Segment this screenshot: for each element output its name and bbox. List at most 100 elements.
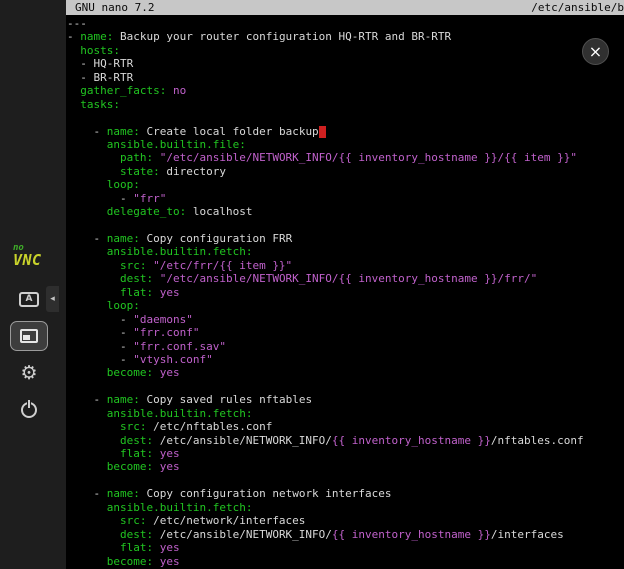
code-segment: name:	[107, 232, 140, 245]
code-segment	[67, 514, 120, 527]
code-segment: yes	[153, 366, 180, 379]
code-segment: -	[67, 232, 107, 245]
code-segment: flat:	[120, 286, 153, 299]
editor-line: - name: Copy saved rules nftables	[67, 393, 624, 406]
code-segment: ---	[67, 17, 87, 30]
editor-line: - name: Create local folder backup	[67, 125, 624, 138]
code-segment: -	[67, 353, 133, 366]
code-segment: /etc/nftables.conf	[146, 420, 272, 433]
close-icon: ×	[589, 44, 602, 60]
code-segment: Copy saved rules nftables	[140, 393, 312, 406]
code-segment: -	[67, 487, 107, 500]
editor-line: dest: /etc/ansible/NETWORK_INFO/{{ inven…	[67, 434, 624, 447]
editor-line	[67, 474, 624, 487]
keyboard-button[interactable]: A	[10, 284, 48, 314]
code-segment	[67, 138, 107, 151]
gear-icon: ⚙	[20, 364, 37, 383]
code-segment	[67, 447, 120, 460]
fullscreen-button[interactable]	[10, 321, 48, 351]
editor-line	[67, 380, 624, 393]
code-segment: Create local folder backup	[140, 125, 319, 138]
power-button[interactable]	[10, 395, 48, 425]
code-segment: /etc/ansible/NETWORK_INFO/	[153, 434, 332, 447]
code-segment: tasks:	[80, 98, 120, 111]
text-cursor	[319, 126, 326, 138]
code-segment: hosts:	[80, 44, 120, 57]
code-segment: "frr"	[133, 192, 166, 205]
code-segment: directory	[160, 165, 226, 178]
code-segment	[67, 84, 80, 97]
nano-version-label: GNU nano 7.2	[75, 0, 154, 15]
code-segment: state:	[120, 165, 160, 178]
editor-line: flat: yes	[67, 286, 624, 299]
code-segment: -	[67, 326, 133, 339]
code-segment	[67, 501, 107, 514]
code-segment: ansible.builtin.fetch:	[107, 501, 253, 514]
code-segment: yes	[153, 555, 180, 568]
code-segment	[67, 245, 107, 258]
code-segment: - HQ-RTR	[67, 57, 133, 70]
vnc-control-bar: no VNC A ⚙ ◂	[0, 0, 66, 569]
close-button[interactable]: ×	[582, 38, 609, 65]
code-segment: yes	[153, 460, 180, 473]
code-segment: name:	[107, 125, 140, 138]
editor-line: - "frr.conf"	[67, 326, 624, 339]
editor-line: - BR-RTR	[67, 71, 624, 84]
code-segment	[67, 259, 120, 272]
code-segment: /nftables.conf	[491, 434, 584, 447]
code-segment: flat:	[120, 447, 153, 460]
code-segment	[67, 555, 107, 568]
code-segment: Backup your router configuration HQ-RTR …	[113, 30, 451, 43]
settings-button[interactable]: ⚙	[10, 358, 48, 388]
code-segment: /etc/network/interfaces	[146, 514, 305, 527]
editor-line: ansible.builtin.fetch:	[67, 245, 624, 258]
code-segment: /interfaces	[491, 528, 564, 541]
editor-line: flat: yes	[67, 447, 624, 460]
code-segment: loop:	[107, 178, 140, 191]
editor-line: - "daemons"	[67, 313, 624, 326]
editor-line: delegate_to: localhost	[67, 205, 624, 218]
code-segment: delegate_to:	[107, 205, 186, 218]
code-segment	[67, 178, 107, 191]
code-segment: flat:	[120, 541, 153, 554]
editor-line: - "vtysh.conf"	[67, 353, 624, 366]
chevron-left-icon: ◂	[50, 294, 55, 304]
code-segment: ansible.builtin.file:	[107, 138, 246, 151]
editor-line: - name: Copy configuration network inter…	[67, 487, 624, 500]
code-segment	[67, 460, 107, 473]
code-segment: become:	[107, 460, 153, 473]
editor-line: - name: Copy configuration FRR	[67, 232, 624, 245]
code-segment	[67, 541, 120, 554]
editor-line: become: yes	[67, 460, 624, 473]
code-segment	[67, 151, 120, 164]
editor-line: src: /etc/network/interfaces	[67, 514, 624, 527]
code-segment: yes	[153, 541, 180, 554]
code-segment	[67, 407, 107, 420]
vnc-toolbar: A ⚙	[10, 284, 48, 425]
editor-line: ---	[67, 17, 624, 30]
code-segment: src:	[120, 420, 147, 433]
editor-line: dest: "/etc/ansible/NETWORK_INFO/{{ inve…	[67, 272, 624, 285]
code-segment	[67, 44, 80, 57]
code-segment: loop:	[107, 299, 140, 312]
control-bar-collapse-handle[interactable]: ◂	[46, 286, 59, 312]
code-segment	[67, 165, 120, 178]
fullscreen-icon	[20, 329, 38, 343]
editor-line: path: "/etc/ansible/NETWORK_INFO/{{ inve…	[67, 151, 624, 164]
code-segment: "frr.conf"	[133, 326, 199, 339]
editor-line: flat: yes	[67, 541, 624, 554]
code-segment: Copy configuration FRR	[140, 232, 292, 245]
editor-line: gather_facts: no	[67, 84, 624, 97]
code-segment: name:	[107, 393, 140, 406]
code-segment: dest:	[120, 528, 153, 541]
vnc-screen: no VNC A ⚙ ◂ GNU nano 7.2 /etc/ansible/b	[0, 0, 624, 569]
editor-content[interactable]: ---- name: Backup your router configurat…	[66, 15, 624, 568]
code-segment	[67, 299, 107, 312]
code-segment: {{ inventory_hostname }}	[332, 528, 491, 541]
code-segment: "/etc/frr/{{ item }}"	[146, 259, 292, 272]
code-segment: src:	[120, 259, 147, 272]
editor-line: loop:	[67, 299, 624, 312]
editor-line	[67, 111, 624, 124]
editor-line: ansible.builtin.file:	[67, 138, 624, 151]
code-segment: dest:	[120, 434, 153, 447]
